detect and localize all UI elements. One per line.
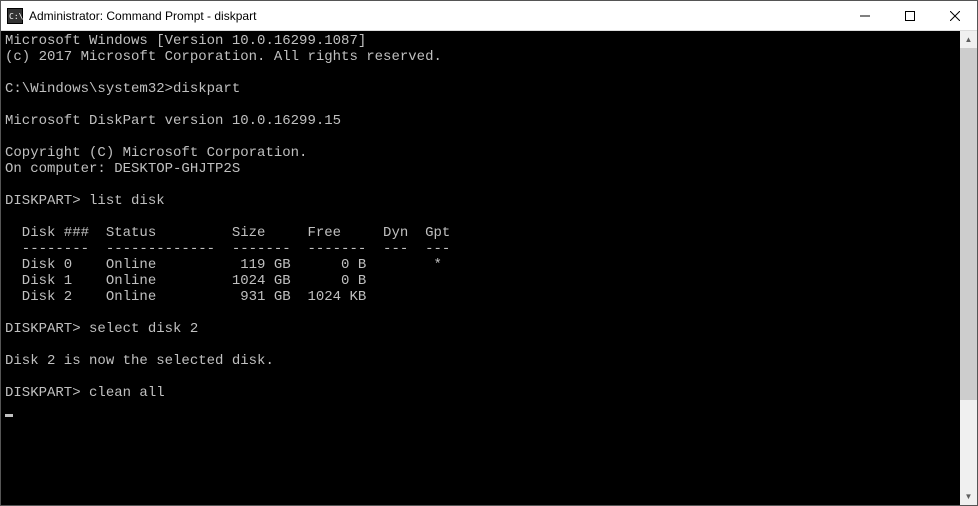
- table-row: Disk 0 Online 119 GB 0 B *: [5, 257, 442, 273]
- table-row: Disk 2 Online 931 GB 1024 KB: [5, 289, 366, 305]
- titlebar[interactable]: C:\ Administrator: Command Prompt - disk…: [1, 1, 977, 31]
- prompt-line: DISKPART> clean all: [5, 385, 165, 401]
- minimize-button[interactable]: [842, 1, 887, 31]
- prompt-line: DISKPART> list disk: [5, 193, 165, 209]
- output-line: Microsoft Windows [Version 10.0.16299.10…: [5, 33, 366, 49]
- output-line: Microsoft DiskPart version 10.0.16299.15: [5, 113, 341, 129]
- output-line: On computer: DESKTOP-GHJTP2S: [5, 161, 240, 177]
- scroll-up-arrow[interactable]: ▲: [960, 31, 977, 48]
- output-line: Disk 2 is now the selected disk.: [5, 353, 274, 369]
- cursor: [5, 414, 13, 417]
- terminal-area: Microsoft Windows [Version 10.0.16299.10…: [1, 31, 977, 505]
- scroll-track[interactable]: [960, 48, 977, 488]
- table-row: Disk 1 Online 1024 GB 0 B: [5, 273, 366, 289]
- svg-text:C:\: C:\: [9, 12, 23, 21]
- close-button[interactable]: [932, 1, 977, 31]
- window-controls: [842, 1, 977, 30]
- table-separator: -------- ------------- ------- ------- -…: [5, 241, 450, 257]
- maximize-button[interactable]: [887, 1, 932, 31]
- vertical-scrollbar[interactable]: ▲ ▼: [960, 31, 977, 505]
- window-title: Administrator: Command Prompt - diskpart: [29, 9, 842, 23]
- scroll-thumb[interactable]: [960, 48, 977, 400]
- prompt-line: C:\Windows\system32>diskpart: [5, 81, 240, 97]
- command-prompt-window: C:\ Administrator: Command Prompt - disk…: [0, 0, 978, 506]
- cmd-icon: C:\: [7, 8, 23, 24]
- table-header: Disk ### Status Size Free Dyn Gpt: [5, 225, 450, 241]
- output-line: Copyright (C) Microsoft Corporation.: [5, 145, 307, 161]
- scroll-down-arrow[interactable]: ▼: [960, 488, 977, 505]
- terminal-output[interactable]: Microsoft Windows [Version 10.0.16299.10…: [1, 31, 960, 505]
- output-line: (c) 2017 Microsoft Corporation. All righ…: [5, 49, 442, 65]
- prompt-line: DISKPART> select disk 2: [5, 321, 198, 337]
